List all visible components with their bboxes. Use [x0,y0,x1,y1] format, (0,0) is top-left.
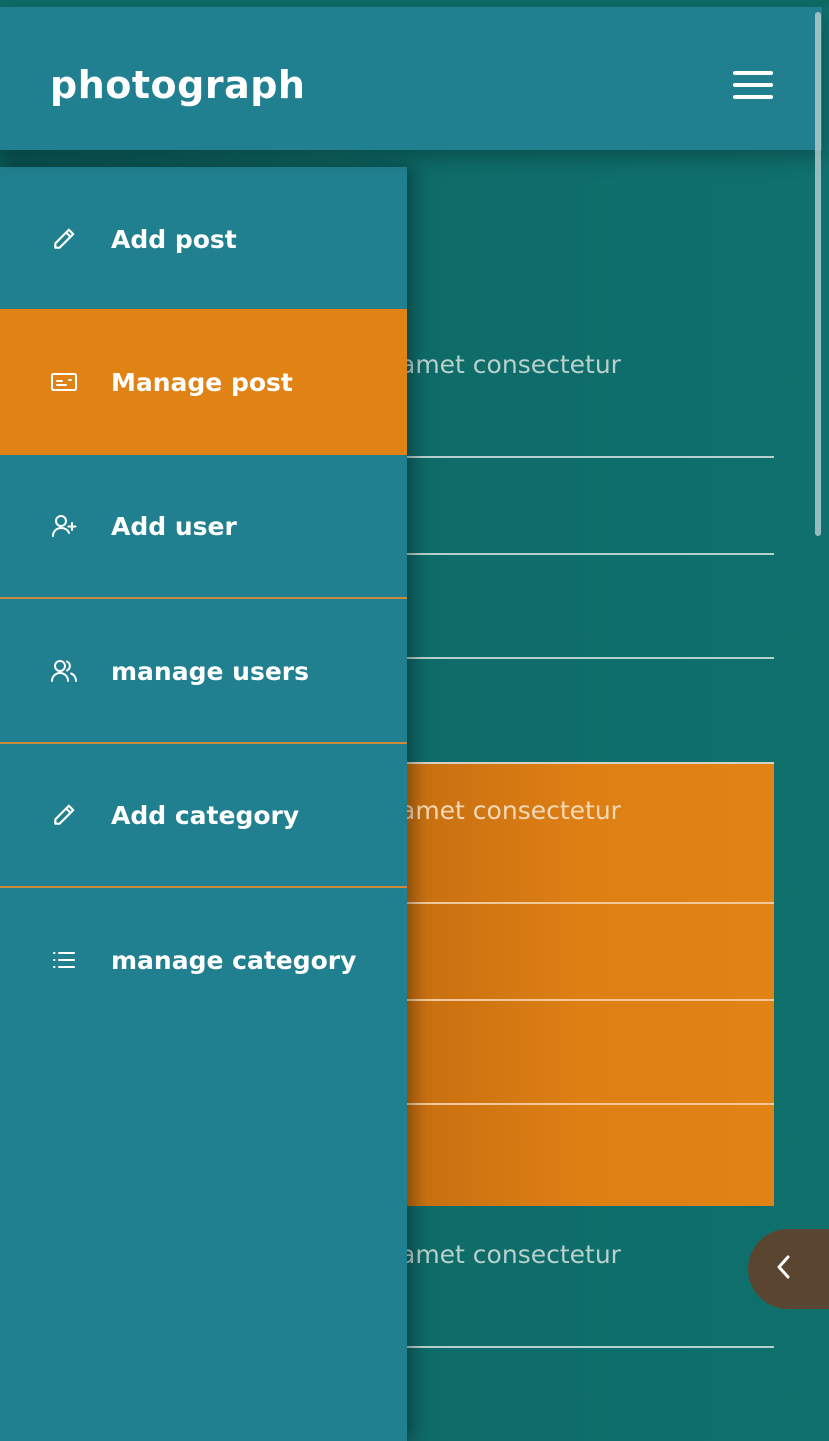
collapse-button[interactable] [748,1229,829,1309]
drawer-item-manage-category[interactable]: manage category [0,888,407,1032]
menu-line [733,71,773,75]
drawer-item-label: Manage post [111,367,293,397]
drawer-item-label: manage category [111,945,357,975]
drawer-item-label: Add category [111,800,300,830]
post-card-text: amet consectetur [400,1240,621,1269]
list-icon [50,946,78,974]
card-icon [50,368,78,396]
drawer-item-label: manage users [111,656,309,686]
pencil-icon [50,225,78,253]
drawer-item-manage-post[interactable]: Manage post [0,309,407,455]
app-header: photograph [0,7,822,150]
drawer-item-label: Add post [111,224,237,254]
app-title: photograph [50,63,306,107]
menu-line [733,83,773,87]
chevron-left-icon [774,1254,794,1284]
users-icon [50,657,78,685]
scrollbar[interactable] [815,12,821,536]
status-strip [0,0,829,7]
drawer-item-add-user[interactable]: Add user [0,455,407,599]
hamburger-menu-button[interactable] [733,71,775,101]
user-plus-icon [50,512,78,540]
post-card-text: amet consectetur [400,350,621,379]
drawer-item-add-category[interactable]: Add category [0,744,407,888]
drawer-item-manage-users[interactable]: manage users [0,600,407,744]
menu-line [733,95,773,99]
side-drawer: Add post Manage post Add user manage use… [0,167,407,1441]
pencil-icon [50,801,78,829]
drawer-item-label: Add user [111,511,237,541]
post-card-text: amet consectetur [400,796,621,825]
drawer-item-add-post[interactable]: Add post [0,167,407,311]
